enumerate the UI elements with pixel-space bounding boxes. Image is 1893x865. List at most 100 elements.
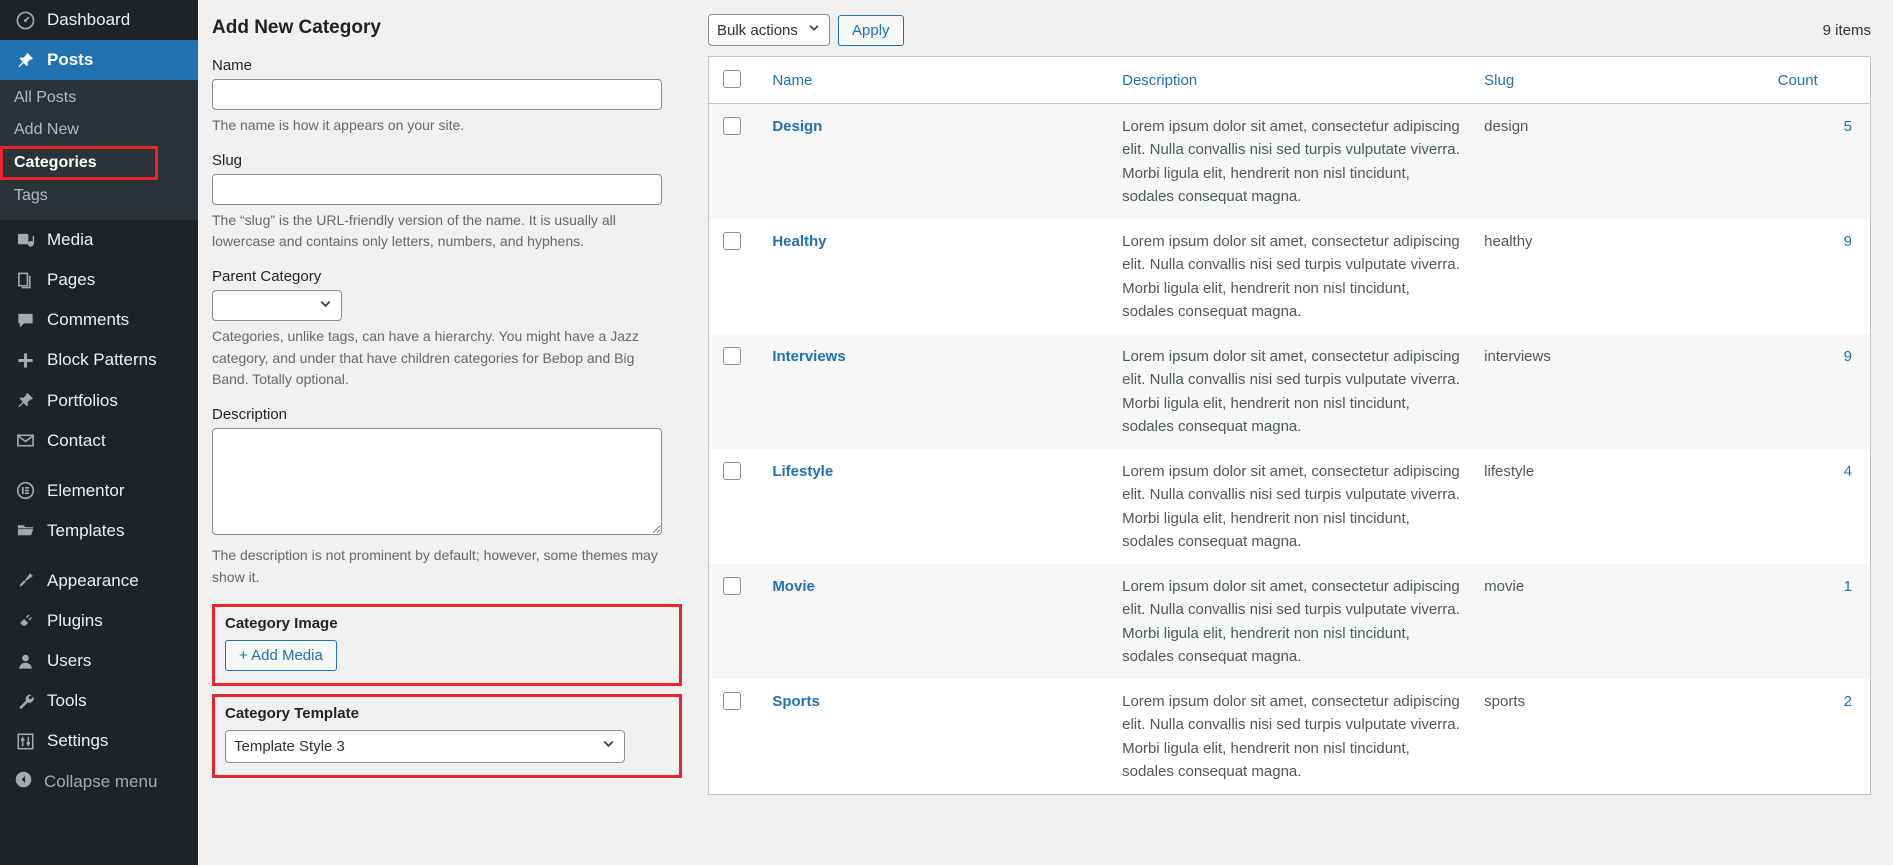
sidebar-item-block-patterns[interactable]: Block Patterns: [0, 340, 198, 380]
sidebar-item-contact[interactable]: Contact: [0, 421, 198, 461]
apply-button[interactable]: Apply: [838, 14, 904, 46]
sidebar-item-label: Users: [47, 651, 92, 671]
sidebar-item-posts[interactable]: Posts: [0, 40, 198, 81]
brush-icon: [14, 570, 36, 592]
add-media-button[interactable]: + Add Media: [225, 639, 337, 671]
count-link[interactable]: 9: [1844, 233, 1852, 250]
media-icon: [14, 229, 36, 251]
plus-icon: [14, 350, 36, 372]
add-category-form: Add New Category Name The name is how it…: [198, 0, 694, 865]
category-template-label: Category Template: [225, 704, 359, 722]
category-name-link[interactable]: Sports: [772, 693, 820, 710]
name-input[interactable]: [212, 79, 662, 110]
sidebar-item-label: Portfolios: [47, 390, 118, 410]
row-select-cell: [709, 564, 763, 679]
count-link[interactable]: 9: [1844, 348, 1852, 365]
parent-category-select-wrap: DesignHealthyInterviewsLifestyleMovieSpo…: [212, 290, 342, 322]
sidebar-item-label: Dashboard: [47, 10, 131, 29]
table-header-row: Name Description Slug Count: [708, 56, 1871, 104]
row-select-cell: [709, 334, 763, 449]
sidebar-item-label: Templates: [47, 520, 125, 540]
sidebar-item-plugins[interactable]: Plugins: [0, 601, 198, 641]
slug-label: Slug: [212, 151, 243, 169]
sidebar-item-settings[interactable]: Settings: [0, 721, 198, 761]
row-name-cell: Interviews: [762, 334, 1112, 449]
row-checkbox[interactable]: [723, 692, 741, 710]
row-select-cell: [709, 104, 763, 220]
category-name-link[interactable]: Design: [772, 118, 822, 135]
column-header-description[interactable]: Description: [1112, 56, 1475, 104]
column-header-slug[interactable]: Slug: [1474, 56, 1768, 104]
row-checkbox[interactable]: [723, 232, 741, 250]
parent-category-select[interactable]: DesignHealthyInterviewsLifestyleMovieSpo…: [212, 290, 342, 322]
category-name-link[interactable]: Lifestyle: [772, 463, 833, 480]
sidebar-item-media[interactable]: Media: [0, 220, 198, 260]
description-label: Description: [212, 406, 288, 424]
slug-input[interactable]: [212, 173, 662, 205]
sidebar-item-portfolios[interactable]: Portfolios: [0, 381, 198, 421]
parent-category-label: Parent Category: [212, 268, 322, 286]
sidebar-item-label: Comments: [47, 310, 130, 330]
pin-icon: [14, 49, 36, 71]
parent-category-field-group: Parent Category DesignHealthyInterviewsL…: [212, 268, 680, 391]
row-slug-cell: movie: [1484, 578, 1525, 595]
table-row: Design Lorem ipsum dolor sit amet, consec…: [708, 103, 1871, 220]
sidebar-item-tags[interactable]: Tags: [0, 180, 198, 212]
sidebar-item-label: Posts: [47, 50, 94, 70]
page-title: Add New Category: [212, 17, 381, 38]
sidebar-item-users[interactable]: Users: [0, 641, 198, 681]
category-name-link[interactable]: Healthy: [772, 233, 826, 250]
row-description-cell: Lorem ipsum dolor sit amet, consectetur …: [1122, 348, 1460, 435]
sidebar-item-label: Appearance: [47, 570, 139, 590]
table-row: Healthy Lorem ipsum dolor sit amet, conse…: [708, 219, 1871, 334]
count-link[interactable]: 4: [1844, 463, 1852, 480]
category-template-select[interactable]: Template Style 1Template Style 2Template…: [225, 729, 625, 763]
row-checkbox[interactable]: [723, 462, 741, 480]
collapse-menu-label: Collapse menu: [44, 772, 158, 792]
row-description-cell: Lorem ipsum dolor sit amet, consectetur …: [1122, 693, 1460, 780]
row-select-cell: [709, 219, 763, 334]
sidebar-item-dashboard[interactable]: Dashboard: [0, 0, 198, 40]
sidebar-item-templates[interactable]: Templates: [0, 511, 198, 551]
table-body: Design Lorem ipsum dolor sit amet, consec…: [708, 103, 1871, 795]
column-header-name[interactable]: Name: [762, 56, 1113, 104]
description-textarea[interactable]: [212, 428, 662, 536]
row-count-cell: 5: [1768, 104, 1871, 220]
folder-icon: [14, 520, 36, 542]
slug-field-group: Slug The “slug” is the URL-friendly vers…: [212, 152, 680, 253]
collapse-arrow-icon: [14, 770, 33, 794]
count-link[interactable]: 1: [1844, 578, 1852, 595]
category-name-link[interactable]: Interviews: [772, 348, 845, 365]
row-checkbox[interactable]: [723, 117, 741, 135]
sidebar-item-add-new[interactable]: Add New: [0, 114, 198, 146]
submenu-label: Tags: [14, 187, 48, 205]
category-name-link[interactable]: Movie: [772, 578, 815, 595]
sidebar-item-pages[interactable]: Pages: [0, 260, 198, 300]
sidebar-divider: [0, 551, 198, 561]
row-name-cell: Lifestyle: [762, 449, 1112, 564]
category-template-section: Category Template Template Style 1Templa…: [212, 693, 682, 778]
sidebar-item-label: Settings: [47, 731, 109, 751]
sidebar-item-tools[interactable]: Tools: [0, 681, 198, 721]
bulk-actions-select[interactable]: Bulk actionsDelete: [708, 14, 830, 46]
dashboard-icon: [14, 9, 36, 31]
sidebar-item-comments[interactable]: Comments: [0, 300, 198, 340]
slug-help-text: The “slug” is the URL-friendly version o…: [212, 211, 616, 250]
row-checkbox[interactable]: [723, 577, 741, 595]
sidebar-item-appearance[interactable]: Appearance: [0, 561, 198, 601]
count-link[interactable]: 2: [1844, 693, 1852, 710]
sidebar-divider: [0, 461, 198, 471]
collapse-menu-button[interactable]: Collapse menu: [0, 761, 198, 803]
submenu-label: All Posts: [14, 89, 77, 107]
wrench-icon: [14, 690, 36, 712]
sidebar-item-all-posts[interactable]: All Posts: [0, 82, 198, 114]
row-count-cell: 1: [1768, 564, 1871, 679]
table-row: Interviews Lorem ipsum dolor sit amet, co…: [708, 334, 1871, 449]
row-count-cell: 4: [1768, 449, 1871, 564]
sidebar-item-categories[interactable]: Categories: [0, 146, 158, 181]
column-header-count[interactable]: Count: [1767, 56, 1871, 104]
sidebar-item-elementor[interactable]: Elementor: [0, 471, 198, 511]
select-all-checkbox[interactable]: [723, 70, 741, 88]
row-checkbox[interactable]: [723, 347, 741, 365]
count-link[interactable]: 5: [1844, 118, 1852, 135]
